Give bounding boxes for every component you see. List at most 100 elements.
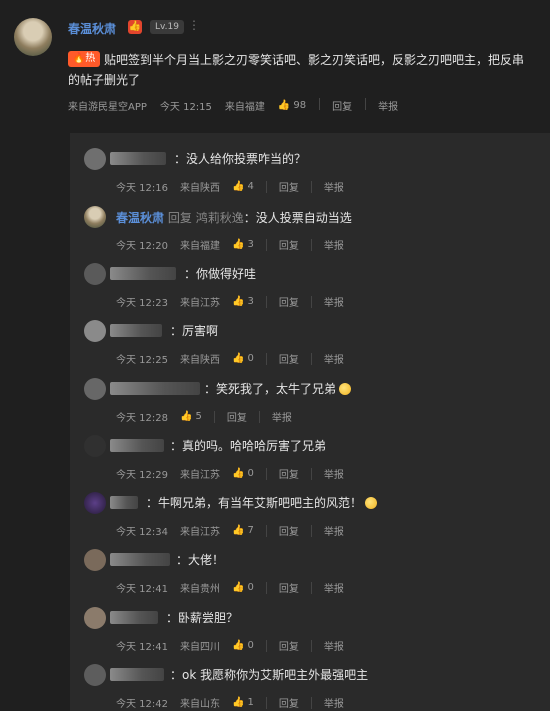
like-count: 1: [247, 697, 254, 708]
comment-header: 春温秋肃 回复 鸿莉秋逸：没人投票自动当选: [116, 209, 352, 226]
comment-text: ：没人给你投票咋当的？: [174, 152, 307, 166]
report-button[interactable]: 举报: [272, 409, 292, 424]
divider: [265, 639, 267, 652]
avatar[interactable]: [84, 263, 106, 285]
like-button[interactable]: 👍 0: [232, 582, 254, 593]
reply-button[interactable]: 回复: [279, 523, 299, 538]
post-time: 今天 12:15: [159, 102, 212, 113]
smile-emoji-icon: [365, 497, 378, 509]
comment-meta: 今天 12:41 来自贵州 👍 0 回复 举报: [116, 580, 356, 595]
blurred-username[interactable]: [110, 439, 164, 452]
more-menu-icon[interactable]: ⋮: [188, 18, 200, 32]
comment-meta: 今天 12:41 来自四川 👍 0 回复 举报: [116, 638, 356, 653]
avatar[interactable]: [84, 492, 106, 514]
comment-time: 今天 12:23: [116, 298, 168, 309]
reply-button[interactable]: 回复: [227, 409, 247, 424]
like-button[interactable]: 👍 7: [232, 525, 254, 536]
thumb-up-icon: 👍: [232, 181, 245, 192]
like-count: 3: [247, 239, 254, 250]
reply-button[interactable]: 回复: [279, 638, 299, 653]
comment-time: 今天 12:34: [116, 527, 168, 538]
comment-location: 来自陕西: [180, 355, 220, 366]
avatar[interactable]: [84, 664, 106, 686]
avatar[interactable]: [84, 549, 106, 571]
like-button[interactable]: 👍 3: [232, 239, 254, 250]
divider: [310, 295, 312, 308]
comment-text: ：大佬！: [176, 553, 225, 567]
reply-to-user[interactable]: 鸿莉秋逸: [196, 211, 244, 225]
comment-time: 今天 12:20: [116, 241, 168, 252]
comment-location: 来自四川: [180, 642, 220, 653]
comment-time: 今天 12:25: [116, 355, 168, 366]
blurred-username[interactable]: [110, 668, 164, 681]
comment-text: ：没人投票自动当选: [243, 211, 352, 225]
reply-button[interactable]: 回复: [279, 580, 299, 595]
report-button[interactable]: 举报: [378, 98, 398, 113]
thumb-up-icon: 👍: [232, 353, 245, 364]
reply-button[interactable]: 回复: [279, 294, 299, 309]
reply-button[interactable]: 回复: [279, 351, 299, 366]
post-source: 来自游民星空APP: [68, 102, 147, 113]
level-badge: Lv.19: [150, 20, 184, 34]
like-button[interactable]: 👍 3: [232, 296, 254, 307]
like-button[interactable]: 👍 98: [278, 98, 306, 113]
thumb-up-icon: 👍: [232, 525, 245, 536]
divider: [265, 581, 267, 594]
blurred-username[interactable]: [110, 496, 138, 509]
like-count: 7: [247, 525, 254, 536]
report-button[interactable]: 举报: [324, 237, 344, 252]
report-button[interactable]: 举报: [324, 466, 344, 481]
comment-text: ：ok 我愿称你为艾斯吧主外最强吧主: [170, 668, 369, 682]
username-link[interactable]: 春温秋肃: [68, 20, 116, 37]
blurred-username[interactable]: [110, 382, 200, 395]
avatar[interactable]: [84, 148, 106, 170]
reply-button[interactable]: 回复: [332, 98, 352, 113]
divider: [310, 238, 312, 251]
report-button[interactable]: 举报: [324, 351, 344, 366]
divider: [258, 410, 260, 423]
like-button[interactable]: 👍 0: [232, 640, 254, 651]
comment-text: ：卧薪尝胆？: [166, 611, 239, 625]
comment-location: 来自江苏: [180, 527, 220, 538]
like-count: 0: [247, 640, 254, 651]
blurred-username[interactable]: [110, 152, 166, 165]
report-button[interactable]: 举报: [324, 523, 344, 538]
like-button[interactable]: 👍 0: [232, 353, 254, 364]
reply-button[interactable]: 回复: [279, 695, 299, 710]
post-content: 贴吧签到半个月当上影之刃零笑话吧、影之刃笑话吧，反影之刃吧吧主，把反串的帖子删光…: [68, 53, 525, 87]
blurred-username[interactable]: [110, 553, 170, 566]
post-location: 来自福建: [224, 102, 265, 113]
report-button[interactable]: 举报: [324, 580, 344, 595]
report-button[interactable]: 举报: [324, 179, 344, 194]
blurred-username[interactable]: [110, 267, 176, 280]
reply-button[interactable]: 回复: [279, 237, 299, 252]
comment-time: 今天 12:16: [116, 183, 168, 194]
report-button[interactable]: 举报: [324, 695, 344, 710]
report-button[interactable]: 举报: [324, 294, 344, 309]
divider: [319, 98, 321, 110]
avatar[interactable]: [84, 435, 106, 457]
divider: [265, 180, 267, 193]
divider: [310, 581, 312, 594]
avatar[interactable]: [14, 18, 52, 56]
like-button[interactable]: 👍 0: [232, 468, 254, 479]
like-button[interactable]: 👍 5: [180, 411, 202, 422]
reply-button[interactable]: 回复: [279, 179, 299, 194]
like-button[interactable]: 👍 4: [232, 181, 254, 192]
post-meta: 来自游民星空APP 今天 12:15 来自福建 👍 98 回复 举报: [68, 98, 411, 113]
like-button[interactable]: 👍 1: [232, 697, 254, 708]
thumb-up-icon: 👍: [180, 411, 193, 422]
username-link[interactable]: 春温秋肃: [116, 211, 164, 225]
blurred-username[interactable]: [110, 324, 162, 337]
avatar[interactable]: [84, 206, 106, 228]
avatar[interactable]: [84, 607, 106, 629]
comment-meta: 今天 12:25 来自陕西 👍 0 回复 举报: [116, 351, 356, 366]
report-button[interactable]: 举报: [324, 638, 344, 653]
comment-meta: 今天 12:20 来自福建 👍 3 回复 举报: [116, 237, 356, 252]
like-count: 0: [247, 468, 254, 479]
blurred-username[interactable]: [110, 611, 158, 624]
avatar[interactable]: [84, 378, 106, 400]
reply-button[interactable]: 回复: [279, 466, 299, 481]
comment-location: 来自山东: [180, 699, 220, 710]
avatar[interactable]: [84, 320, 106, 342]
